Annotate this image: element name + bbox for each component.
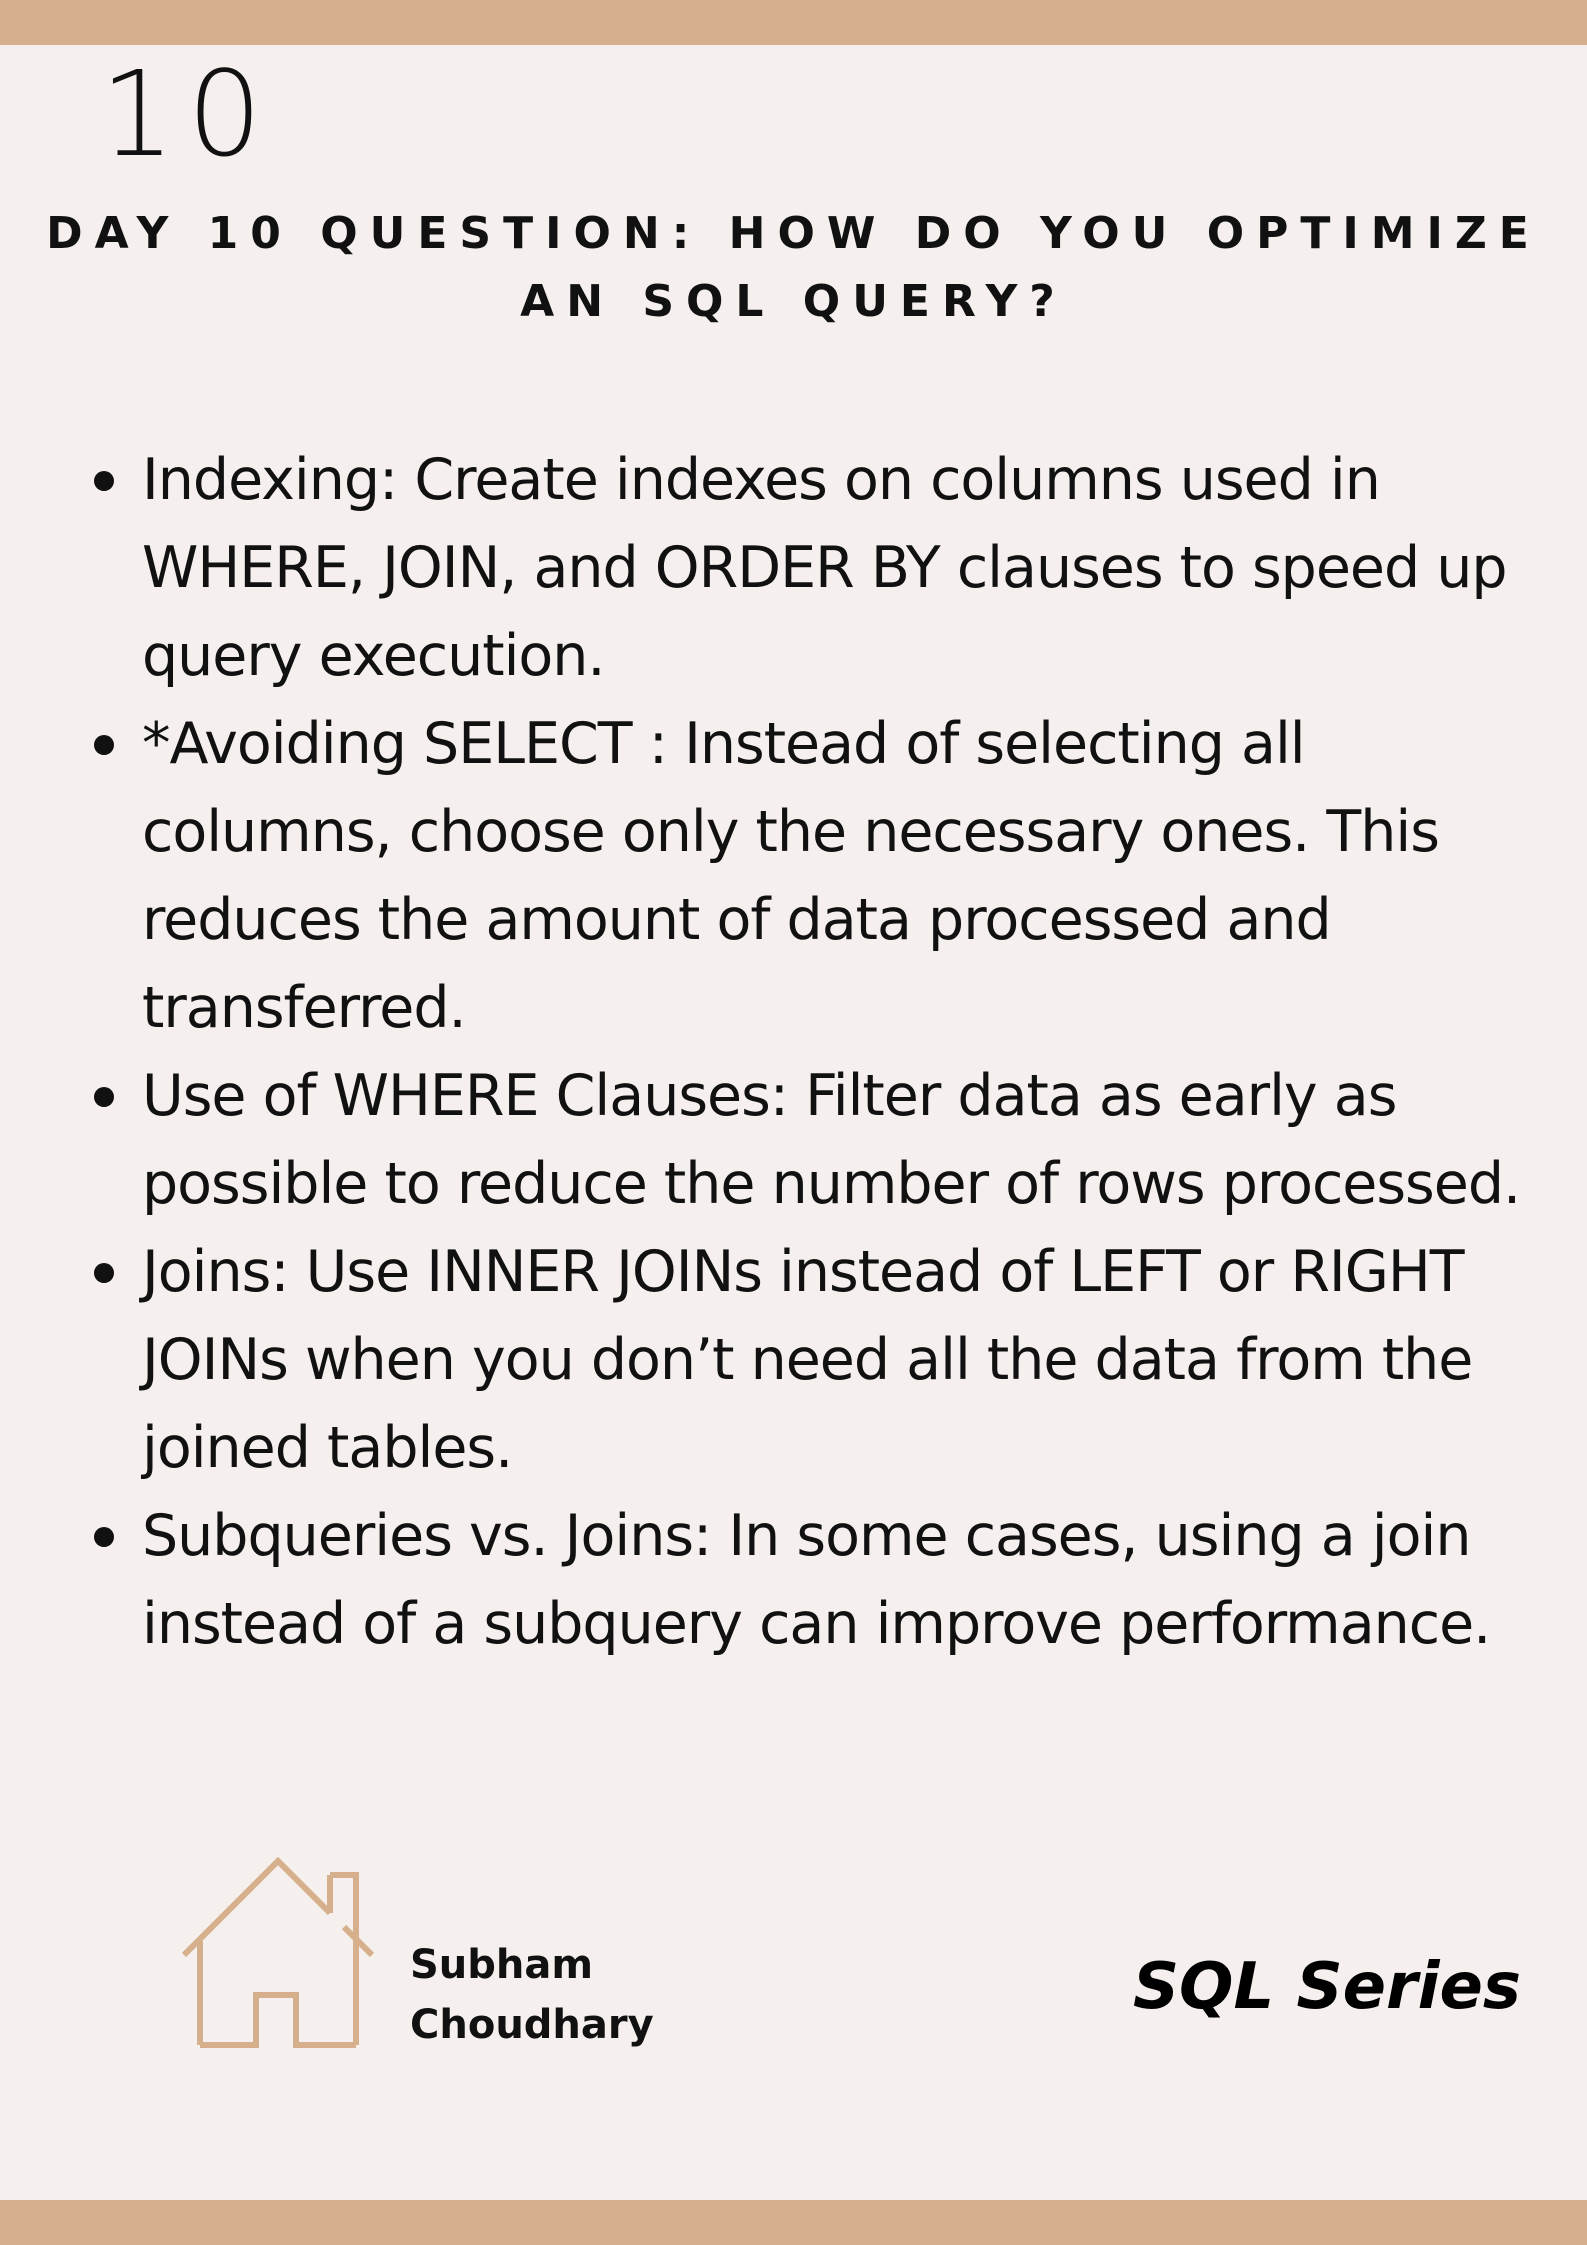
list-item: Joins: Use INNER JOINs instead of LEFT o… <box>90 1228 1570 1492</box>
house-icon <box>181 1856 375 2048</box>
author-first-name: Subham <box>410 1942 594 1988</box>
tip-text: *Avoiding SELECT : Instead of selecting … <box>142 711 1440 1041</box>
author-last-name: Choudhary <box>410 2002 654 2048</box>
tip-text: Subqueries vs. Joins: In some cases, usi… <box>142 1503 1491 1657</box>
bullet-icon <box>94 1527 114 1547</box>
top-accent-band <box>0 0 1587 45</box>
bullet-icon <box>94 471 114 491</box>
tip-text: Joins: Use INNER JOINs instead of LEFT o… <box>142 1239 1473 1481</box>
bullet-icon <box>94 735 114 755</box>
series-label: SQL Series <box>1132 1950 1521 2024</box>
list-item: Use of WHERE Clauses: Filter data as ear… <box>90 1052 1570 1228</box>
list-item: *Avoiding SELECT : Instead of selecting … <box>90 700 1570 1052</box>
bullet-icon <box>94 1087 114 1107</box>
day-number: 10 <box>100 45 275 183</box>
optimization-tips-list: Indexing: Create indexes on columns used… <box>90 436 1570 1668</box>
list-item: Indexing: Create indexes on columns used… <box>90 436 1570 700</box>
tip-text: Indexing: Create indexes on columns used… <box>142 447 1508 689</box>
list-item: Subqueries vs. Joins: In some cases, usi… <box>90 1492 1570 1668</box>
bottom-accent-band <box>0 2200 1587 2245</box>
author-name: Subham Choudhary <box>410 1935 654 2055</box>
bullet-icon <box>94 1263 114 1283</box>
tip-text: Use of WHERE Clauses: Filter data as ear… <box>142 1063 1521 1217</box>
question-title: DAY 10 QUESTION: HOW DO YOU OPTIMIZE AN … <box>46 208 1541 327</box>
